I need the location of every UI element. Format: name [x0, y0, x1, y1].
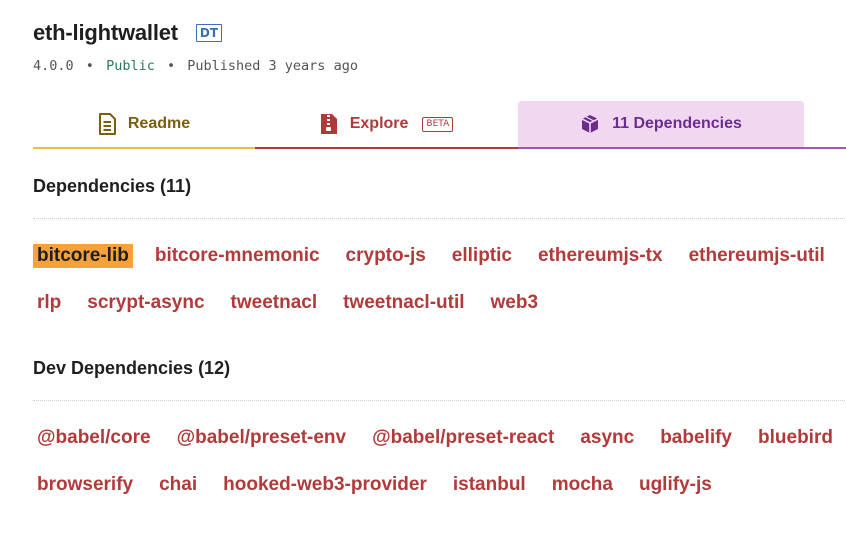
divider	[33, 400, 845, 401]
dev-dependency-link[interactable]: babelify	[656, 426, 736, 450]
box-icon	[580, 114, 600, 134]
meta-separator: •	[166, 58, 176, 74]
beta-badge: BETA	[422, 116, 454, 132]
tab-readme-label: Readme	[127, 115, 191, 132]
dependency-link[interactable]: tweetnacl	[227, 291, 322, 315]
dependency-link[interactable]: bitcore-lib	[33, 244, 133, 268]
dev-dependency-link[interactable]: chai	[155, 473, 201, 497]
dev-dependency-link[interactable]: async	[576, 426, 638, 450]
meta-separator: •	[85, 58, 94, 74]
divider	[33, 218, 845, 219]
package-visibility: Public	[106, 58, 155, 74]
dev-dependencies-row-2: browserify chai hooked-web3-provider ist…	[33, 473, 734, 497]
dependencies-row-2: rlp scrypt-async tweetnacl tweetnacl-uti…	[33, 291, 560, 315]
typescript-types-badge[interactable]: DT	[195, 24, 223, 42]
dev-dependency-link[interactable]: @babel/core	[33, 426, 155, 450]
package-header: eth-lightwallet DT 4.0.0 • Public • Publ…	[33, 20, 358, 74]
tab-dependencies-underline	[518, 147, 846, 149]
package-name: eth-lightwallet	[33, 20, 178, 45]
package-version: 4.0.0	[33, 58, 74, 74]
package-meta: 4.0.0 • Public • Published 3 years ago	[33, 58, 358, 74]
dev-dependency-link[interactable]: @babel/preset-env	[173, 426, 351, 450]
tab-dependencies[interactable]: 11 Dependencies	[518, 101, 804, 147]
tab-explore[interactable]: Explore BETA	[255, 101, 518, 149]
dependency-link[interactable]: elliptic	[448, 244, 516, 268]
zip-file-icon	[320, 113, 338, 135]
package-title-row: eth-lightwallet DT	[33, 20, 358, 46]
dependency-link[interactable]: ethereumjs-util	[685, 244, 829, 268]
dependency-link[interactable]: scrypt-async	[83, 291, 208, 315]
dependencies-heading: Dependencies (11)	[33, 176, 192, 196]
tab-readme[interactable]: Readme	[33, 101, 255, 149]
dependency-link[interactable]: rlp	[33, 291, 65, 315]
dev-dependency-link[interactable]: @babel/preset-react	[368, 426, 558, 450]
dev-dependencies-heading: Dev Dependencies (12)	[33, 358, 231, 378]
tab-dependencies-label: 11 Dependencies	[612, 115, 742, 132]
dev-dependency-link[interactable]: hooked-web3-provider	[219, 473, 431, 497]
dependency-link[interactable]: ethereumjs-tx	[534, 244, 667, 268]
dev-dependency-link[interactable]: uglify-js	[635, 473, 716, 497]
dependency-link[interactable]: web3	[487, 291, 543, 315]
dev-dependencies-row-1: @babel/core @babel/preset-env @babel/pre…	[33, 426, 846, 450]
dev-dependency-link[interactable]: browserify	[33, 473, 137, 497]
dev-dependency-link[interactable]: mocha	[548, 473, 617, 497]
tab-explore-label: Explore	[349, 115, 409, 132]
readme-doc-icon	[98, 113, 116, 135]
package-tabs: Readme Explore BETA 11 Dependencies	[33, 101, 846, 149]
dependency-link[interactable]: tweetnacl-util	[339, 291, 468, 315]
dependency-link[interactable]: bitcore-mnemonic	[151, 244, 324, 268]
dev-dependency-link[interactable]: istanbul	[449, 473, 530, 497]
dev-dependency-link[interactable]: bluebird	[754, 426, 837, 450]
dependencies-row-1: bitcore-lib bitcore-mnemonic crypto-js e…	[33, 244, 846, 268]
dependency-link[interactable]: crypto-js	[342, 244, 430, 268]
package-published: Published 3 years ago	[187, 58, 358, 74]
